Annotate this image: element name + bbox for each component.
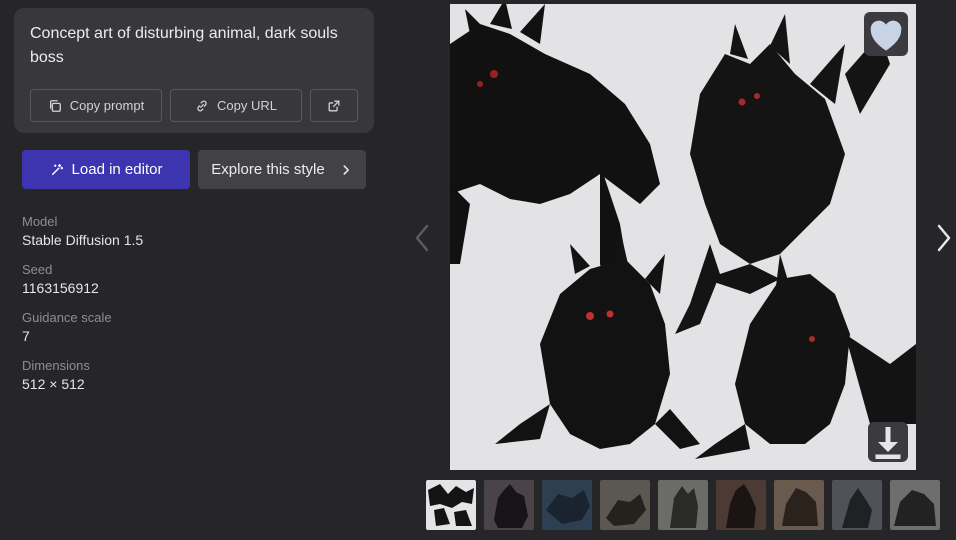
copy-prompt-label: Copy prompt [69, 98, 145, 113]
thumbnail[interactable] [542, 480, 592, 530]
detail-value: 1163156912 [22, 280, 99, 296]
thumbnail-image [426, 480, 476, 530]
thumbnail[interactable] [600, 480, 650, 530]
detail-guidance-scale: Guidance scale 7 [22, 310, 143, 346]
thumbnail[interactable] [716, 480, 766, 530]
thumbnail[interactable] [658, 480, 708, 530]
favorite-button[interactable] [864, 12, 908, 56]
thumbnail-image [716, 480, 766, 530]
detail-dimensions: Dimensions 512 × 512 [22, 358, 143, 394]
thumbnail-strip [426, 480, 940, 530]
detail-label: Seed [22, 262, 53, 277]
thumbnail[interactable] [426, 480, 476, 530]
load-in-editor-button[interactable]: Load in editor [22, 150, 190, 189]
thumbnail-image [484, 480, 534, 530]
chevron-left-icon [415, 224, 429, 252]
thumbnail-image [774, 480, 824, 530]
detail-value: Stable Diffusion 1.5 [22, 232, 144, 248]
thumbnail[interactable] [890, 480, 940, 530]
download-button[interactable] [868, 422, 908, 462]
detail-model: Model Stable Diffusion 1.5 [22, 214, 143, 250]
primary-actions: Load in editor Explore this style [22, 150, 366, 189]
open-external-button[interactable] [310, 89, 358, 122]
thumbnail[interactable] [774, 480, 824, 530]
download-icon [875, 427, 901, 459]
explore-style-button[interactable]: Explore this style [198, 150, 366, 189]
thumbnail-image [600, 480, 650, 530]
thumbnail[interactable] [832, 480, 882, 530]
chevron-right-icon [343, 164, 349, 175]
external-link-icon [328, 100, 340, 111]
heart-icon [870, 20, 902, 51]
thumbnail-image [832, 480, 882, 530]
detail-label: Guidance scale [22, 310, 112, 325]
image-details: Model Stable Diffusion 1.5 Seed 11631569… [22, 214, 143, 406]
detail-label: Dimensions [22, 358, 90, 373]
generated-image[interactable] [450, 4, 916, 470]
explore-style-label: Explore this style [211, 161, 325, 178]
copy-prompt-button[interactable]: Copy prompt [30, 89, 162, 122]
next-image-button[interactable] [932, 222, 956, 254]
magic-wand-icon [51, 163, 63, 175]
thumbnail-image [890, 480, 940, 530]
prompt-text: Concept art of disturbing animal, dark s… [30, 25, 338, 66]
thumbnail-image [658, 480, 708, 530]
copy-url-label: Copy URL [217, 98, 277, 113]
load-in-editor-label: Load in editor [71, 161, 163, 178]
detail-value: 7 [22, 328, 30, 344]
detail-value: 512 × 512 [22, 376, 85, 392]
thumbnail[interactable] [484, 480, 534, 530]
detail-label: Model [22, 214, 58, 229]
thumbnail-image [542, 480, 592, 530]
creature-artwork [450, 4, 916, 470]
copy-icon [49, 99, 61, 112]
copy-url-button[interactable]: Copy URL [170, 89, 302, 122]
detail-seed: Seed 1163156912 [22, 262, 143, 298]
link-icon [197, 100, 207, 111]
prompt-actions: Copy prompt Copy URL [30, 89, 358, 122]
previous-image-button[interactable] [410, 222, 434, 254]
chevron-right-icon [937, 224, 951, 252]
prompt-card: Concept art of disturbing animal, dark s… [14, 8, 374, 133]
